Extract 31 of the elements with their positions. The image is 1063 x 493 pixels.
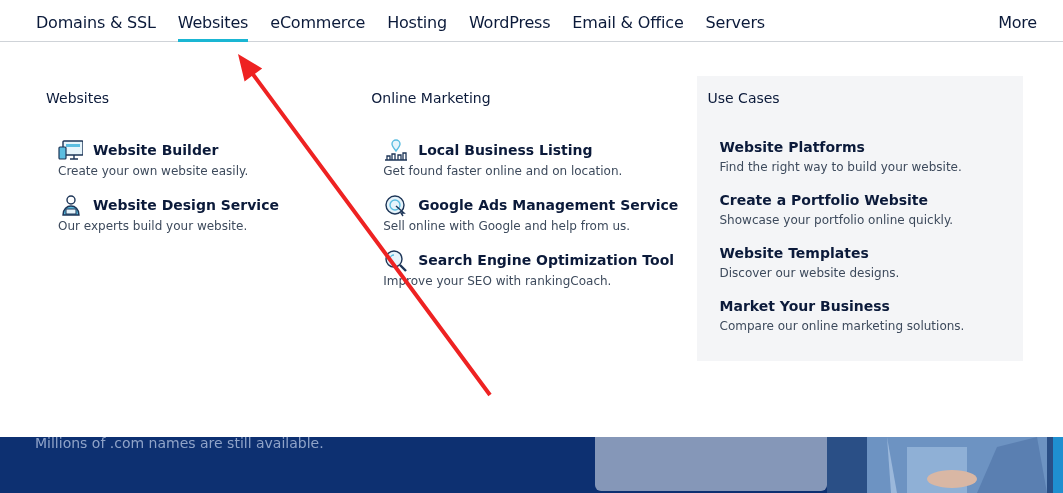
- panel-title: Use Cases: [707, 89, 781, 108]
- nav-tab[interactable]: eCommerce: [270, 0, 366, 42]
- menu-link[interactable]: Local Business Listing: [418, 140, 593, 161]
- use-case-link[interactable]: Market Your Business: [719, 296, 1013, 317]
- target-cursor-icon: [383, 194, 409, 217]
- menu-description: Our experts build your website.: [58, 218, 249, 235]
- nav-tab[interactable]: Hosting: [387, 0, 447, 42]
- use-case-description: Find the right way to build your website.: [719, 159, 963, 176]
- menu-link[interactable]: Website Builder: [93, 140, 219, 161]
- banner-text: Millions of .com names are still available.: [35, 434, 325, 453]
- menu-description: Create your own website easily.: [58, 163, 250, 180]
- column-title: Websites: [46, 89, 111, 108]
- menu-link[interactable]: Google Ads Management Service: [418, 195, 679, 216]
- column-title: Online Marketing: [371, 89, 492, 108]
- location-pin-icon: [383, 139, 409, 162]
- use-case-description: Showcase your portfolio online quickly.: [719, 212, 955, 229]
- use-case-description: Compare our online marketing solutions.: [719, 318, 966, 335]
- use-case-link[interactable]: Create a Portfolio Website: [719, 190, 1013, 211]
- menu-description: Get found faster online and on location.: [383, 163, 624, 180]
- use-case-link[interactable]: Website Templates: [719, 243, 1013, 264]
- more-link[interactable]: More: [998, 0, 1037, 42]
- nav-tab[interactable]: Servers: [705, 0, 765, 42]
- use-case-description: Discover our website designs.: [719, 265, 901, 282]
- menu-link[interactable]: Search Engine Optimization Tool: [418, 250, 675, 271]
- menu-link[interactable]: Website Design Service: [93, 195, 279, 216]
- nav-tab[interactable]: Domains & SSL: [36, 0, 156, 42]
- nav-tab[interactable]: Email & Office: [572, 0, 684, 42]
- use-case-link[interactable]: Website Platforms: [719, 137, 1013, 158]
- nav-tab[interactable]: WordPress: [468, 0, 551, 42]
- monitor-icon: [58, 139, 83, 162]
- menu-description: Sell online with Google and help from us.: [383, 218, 632, 235]
